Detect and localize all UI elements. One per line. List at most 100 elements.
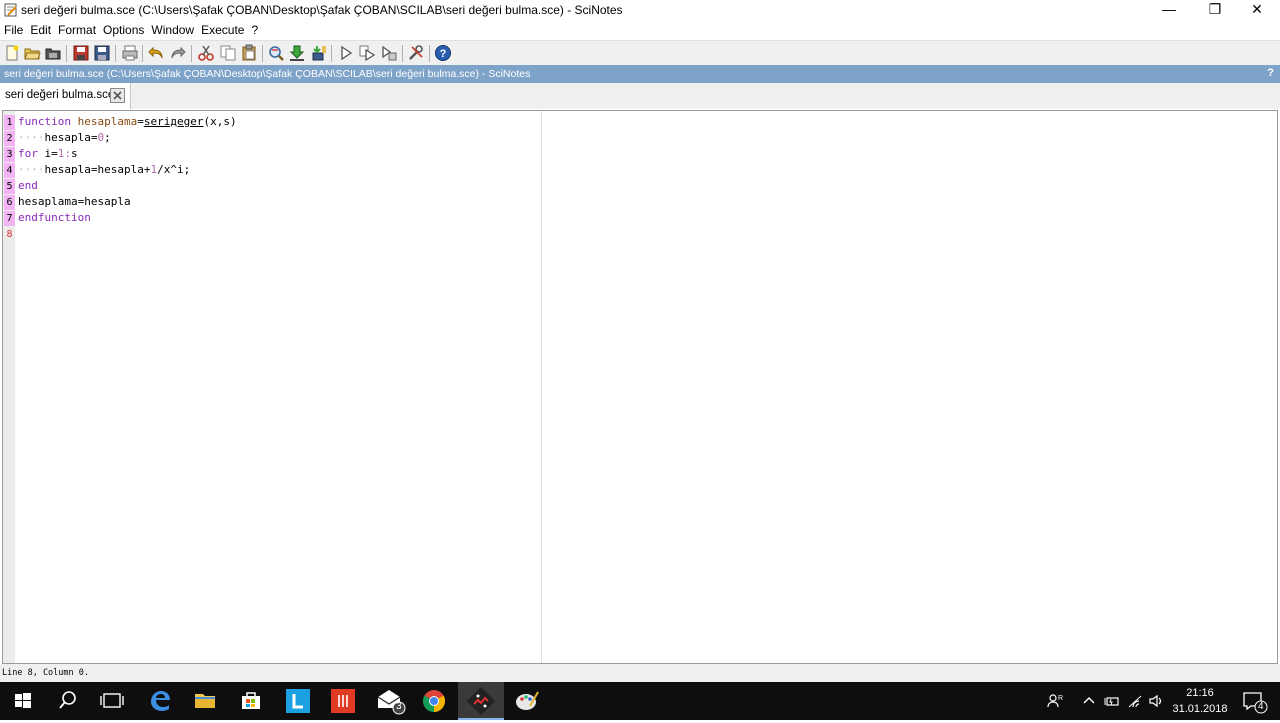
undo-icon[interactable] (147, 44, 165, 62)
taskbar-store[interactable] (228, 682, 274, 720)
toolbar-separator (402, 45, 403, 62)
folder-icon (195, 694, 215, 708)
keyword: for (18, 147, 38, 160)
code-content[interactable]: function hesaplama=seriдeger(x,s) ····he… (18, 114, 237, 242)
line-number-gutter: 1 2 3 4 5 6 7 8 (3, 111, 15, 663)
execute-selection-icon[interactable] (380, 44, 398, 62)
variable: s (71, 147, 78, 160)
status-bar: Line 8, Column 0. (0, 664, 1280, 682)
line-number: 2 (4, 131, 15, 146)
operator: = (137, 115, 144, 128)
toolbar-separator (66, 45, 67, 62)
close-button[interactable]: ✕ (1234, 0, 1280, 20)
svg-text:R: R (1058, 695, 1063, 702)
minimize-button[interactable]: — (1146, 0, 1192, 20)
save-as-icon[interactable] (93, 44, 111, 62)
taskbar-mail[interactable]: 3 (366, 682, 412, 720)
l-app-icon (286, 689, 310, 713)
cut-icon[interactable] (197, 44, 215, 62)
edge-browser-icon (151, 691, 170, 711)
new-file-icon[interactable] (3, 44, 21, 62)
taskbar-paint[interactable] (504, 682, 550, 720)
clock-time: 21:16 (1186, 687, 1214, 699)
notification-icon (1243, 692, 1268, 714)
action-center-button[interactable]: 4 (1234, 682, 1280, 720)
loop-variable: i= (37, 147, 58, 160)
code-line: for i=1:s (18, 146, 237, 162)
load-into-scilab-icon[interactable] (288, 44, 306, 62)
tab-close-icon[interactable] (110, 88, 125, 103)
menu-help[interactable]: ? (247, 21, 261, 37)
menu-format[interactable]: Format (54, 21, 99, 37)
code-editor[interactable]: 1 2 3 4 5 6 7 8 function hesaplama=seriд… (2, 110, 1278, 664)
taskbar-edge[interactable] (137, 682, 183, 720)
document-path: seri değeri bulma.sce (C:\Users\Şafak ÇO… (4, 68, 531, 80)
title-bar: seri değeri bulma.sce (C:\Users\Şafak ÇO… (0, 0, 1280, 20)
taskbar-file-explorer[interactable] (182, 682, 228, 720)
maximize-button[interactable]: ❐ (1192, 0, 1238, 20)
notification-count: 4 (1258, 701, 1264, 712)
taskbar-l-app[interactable] (275, 682, 321, 720)
code-line: endfunction (18, 210, 237, 226)
volume-icon[interactable] (1148, 693, 1164, 709)
open-folder-icon[interactable] (44, 44, 62, 62)
expression: hesapla=hesapla+ (44, 163, 151, 176)
taskbar-scilab[interactable] (458, 682, 504, 720)
menu-window[interactable]: Window (147, 21, 197, 37)
menu-options[interactable]: Options (99, 21, 147, 37)
scinotes-app-icon (4, 3, 17, 17)
window-title: seri değeri bulma.sce (C:\Users\Şafak ÇO… (21, 3, 623, 17)
open-file-icon[interactable] (23, 44, 41, 62)
code-line: ····hesapla=hesapla+1/x^i; (18, 162, 237, 178)
execute-all-icon[interactable] (358, 44, 376, 62)
code-line: function hesaplama=seriдeger(x,s) (18, 114, 237, 130)
help-icon[interactable]: ? (434, 44, 452, 62)
paste-icon[interactable] (240, 44, 258, 62)
start-button[interactable] (0, 682, 46, 720)
chrome-icon (423, 690, 445, 712)
save-icon[interactable] (72, 44, 90, 62)
clock-date: 31.01.2018 (1172, 703, 1228, 715)
expression: /x^i; (157, 163, 191, 176)
banner-help-button[interactable]: ? (1267, 67, 1274, 79)
taskbar-chrome[interactable] (411, 682, 457, 720)
menu-execute[interactable]: Execute (197, 21, 247, 37)
copy-icon[interactable] (219, 44, 237, 62)
save-and-execute-icon[interactable] (310, 44, 328, 62)
wifi-icon[interactable] (1127, 693, 1143, 709)
menu-edit[interactable]: Edit (26, 21, 54, 37)
battery-icon[interactable] (1104, 693, 1120, 709)
taskbar-red-app[interactable] (320, 682, 366, 720)
people-icon[interactable]: R (1047, 693, 1063, 709)
tools-icon[interactable] (407, 44, 425, 62)
toolbar-separator (191, 45, 192, 62)
toolbar-separator (331, 45, 332, 62)
document-path-banner: seri değeri bulma.sce (C:\Users\Şafak ÇO… (0, 65, 1280, 83)
menu-file[interactable]: File (0, 21, 26, 37)
restore-icon: ❐ (1208, 1, 1222, 17)
range-operator: : (64, 147, 71, 160)
code-line: ····hesapla=0; (18, 130, 237, 146)
function-args: (x,s) (203, 115, 237, 128)
search-icon (59, 691, 76, 709)
keyword: end (18, 179, 38, 192)
search-button[interactable] (44, 682, 90, 720)
indent-marker: ···· (18, 131, 45, 144)
menu-bar: File Edit Format Options Window Execute? (0, 21, 1280, 40)
assignment: hesaplama=hesapla (18, 195, 131, 208)
line-number: 1 (4, 115, 15, 130)
toolbar-separator (115, 45, 116, 62)
minimize-icon: — (1162, 1, 1176, 17)
task-view-button[interactable] (89, 682, 135, 720)
execute-icon[interactable] (337, 44, 355, 62)
mail-icon (377, 690, 406, 715)
print-icon[interactable] (121, 44, 139, 62)
redo-icon[interactable] (169, 44, 187, 62)
line-number: 5 (4, 179, 15, 194)
code-line: hesaplama=hesapla (18, 194, 237, 210)
tab-seri-degeri-bulma[interactable]: seri değeri bulma.sce (0, 83, 131, 109)
windows-logo-icon (15, 693, 31, 708)
find-icon[interactable] (267, 44, 285, 62)
chevron-up-icon[interactable] (1082, 693, 1096, 709)
taskbar-clock[interactable]: 21:16 31.01.2018 (1168, 685, 1232, 717)
